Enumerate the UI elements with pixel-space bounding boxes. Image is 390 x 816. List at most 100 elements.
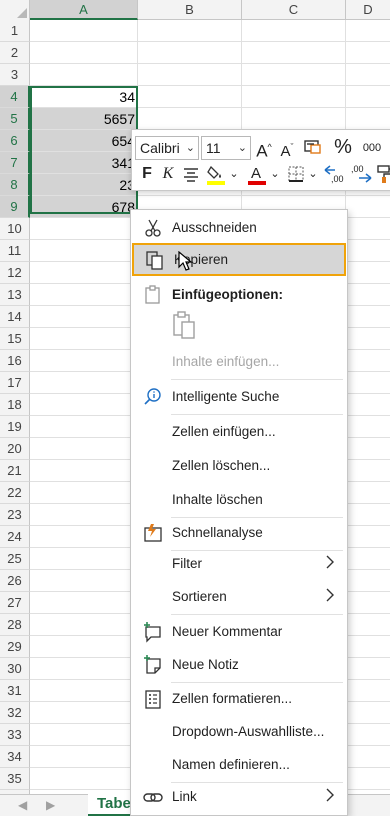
font-size-box[interactable]: 11 ⌄ — [201, 136, 251, 160]
cell[interactable] — [346, 702, 390, 724]
format-painter-icon[interactable] — [375, 163, 390, 191]
row-header[interactable]: 30 — [0, 658, 30, 680]
row-header[interactable]: 32 — [0, 702, 30, 724]
cell[interactable] — [30, 328, 138, 350]
cell[interactable] — [30, 20, 138, 42]
cell[interactable] — [30, 64, 138, 86]
cell[interactable] — [346, 20, 390, 42]
cell[interactable] — [346, 724, 390, 746]
cell[interactable]: 341 — [30, 152, 138, 174]
row-header[interactable]: 35 — [0, 768, 30, 790]
cell[interactable] — [30, 350, 138, 372]
row-header[interactable]: 31 — [0, 680, 30, 702]
column-header-d[interactable]: D — [346, 0, 390, 20]
cell[interactable] — [30, 218, 138, 240]
row-header[interactable]: 34 — [0, 746, 30, 768]
cell[interactable] — [138, 42, 242, 64]
cell[interactable] — [346, 394, 390, 416]
cell[interactable] — [346, 350, 390, 372]
row-header[interactable]: 15 — [0, 328, 30, 350]
cell[interactable] — [346, 372, 390, 394]
cell[interactable] — [346, 526, 390, 548]
row-header[interactable]: 21 — [0, 460, 30, 482]
cell[interactable] — [346, 570, 390, 592]
cell[interactable] — [346, 328, 390, 350]
menu-item-link[interactable]: Link — [131, 780, 347, 813]
thousands-separator-button[interactable]: 000 — [358, 137, 386, 159]
cell[interactable] — [346, 482, 390, 504]
row-header[interactable]: 13 — [0, 284, 30, 306]
cell[interactable] — [30, 680, 138, 702]
cell[interactable]: 678 — [30, 196, 138, 218]
row-header[interactable]: 8 — [0, 174, 30, 196]
cell[interactable] — [346, 86, 390, 108]
select-all-button[interactable] — [0, 0, 30, 20]
cell[interactable] — [30, 306, 138, 328]
menu-item-format-cells[interactable]: Zellen formatieren... — [131, 682, 347, 715]
row-header[interactable]: 2 — [0, 42, 30, 64]
cell[interactable] — [30, 460, 138, 482]
menu-item-paste-special[interactable]: Inhalte einfügen... — [131, 345, 347, 378]
menu-item-sort[interactable]: Sortieren — [131, 580, 347, 613]
row-header[interactable]: 3 — [0, 64, 30, 86]
menu-item-new-comment[interactable]: Neuer Kommentar — [131, 615, 347, 648]
cell[interactable] — [242, 64, 346, 86]
row-header[interactable]: 16 — [0, 350, 30, 372]
row-header[interactable]: 4 — [0, 86, 30, 108]
cell[interactable] — [30, 636, 138, 658]
cell-styles-icon[interactable] — [300, 136, 326, 164]
row-header[interactable]: 25 — [0, 548, 30, 570]
scroll-left-icon[interactable]: ◀ — [18, 798, 27, 812]
font-name-box[interactable]: Calibri ⌄ — [135, 136, 199, 160]
row-header[interactable]: 17 — [0, 372, 30, 394]
column-header-c[interactable]: C — [242, 0, 346, 20]
decrease-font-icon[interactable]: Aˇ — [276, 136, 298, 163]
increase-font-icon[interactable]: A^ — [253, 136, 275, 163]
cell[interactable] — [30, 438, 138, 460]
menu-item-quick-analysis[interactable]: Schnellanalyse — [131, 516, 347, 549]
scroll-right-icon[interactable]: ▶ — [46, 798, 55, 812]
menu-item-smart-lookup[interactable]: Intelligente Suche — [131, 380, 347, 413]
menu-item-clear-contents[interactable]: Inhalte löschen — [131, 483, 347, 516]
row-header[interactable]: 7 — [0, 152, 30, 174]
cell[interactable] — [346, 196, 390, 218]
cell[interactable] — [346, 262, 390, 284]
cell[interactable] — [30, 548, 138, 570]
cell[interactable] — [346, 284, 390, 306]
cell[interactable] — [346, 306, 390, 328]
chevron-down-icon[interactable]: ⌄ — [308, 163, 318, 185]
cell[interactable] — [30, 482, 138, 504]
bold-button[interactable]: F — [138, 163, 156, 185]
cell[interactable] — [30, 702, 138, 724]
cell[interactable] — [242, 108, 346, 130]
cell[interactable] — [346, 680, 390, 702]
cell[interactable] — [30, 526, 138, 548]
cell[interactable] — [346, 746, 390, 768]
menu-item-insert-cells[interactable]: Zellen einfügen... — [131, 415, 347, 448]
row-header[interactable]: 14 — [0, 306, 30, 328]
row-header[interactable]: 18 — [0, 394, 30, 416]
cell[interactable] — [30, 394, 138, 416]
row-header[interactable]: 1 — [0, 20, 30, 42]
menu-item-copy[interactable]: Kopieren — [132, 243, 346, 276]
borders-icon[interactable] — [285, 163, 307, 191]
row-header[interactable]: 12 — [0, 262, 30, 284]
cell[interactable] — [346, 416, 390, 438]
cell[interactable]: 23 — [30, 174, 138, 196]
cell[interactable] — [30, 504, 138, 526]
row-header[interactable]: 11 — [0, 240, 30, 262]
row-header[interactable]: 5 — [0, 108, 30, 130]
cell[interactable] — [30, 614, 138, 636]
cell[interactable] — [30, 284, 138, 306]
cell[interactable] — [346, 64, 390, 86]
column-header-b[interactable]: B — [138, 0, 242, 20]
fill-color-icon[interactable] — [205, 163, 227, 193]
cell[interactable] — [346, 636, 390, 658]
cell[interactable] — [30, 570, 138, 592]
row-header[interactable]: 10 — [0, 218, 30, 240]
paste-option-button[interactable] — [171, 310, 199, 342]
row-header[interactable]: 33 — [0, 724, 30, 746]
increase-decimal-icon[interactable]: ,00 — [323, 163, 347, 191]
cell[interactable] — [242, 86, 346, 108]
row-header[interactable]: 22 — [0, 482, 30, 504]
